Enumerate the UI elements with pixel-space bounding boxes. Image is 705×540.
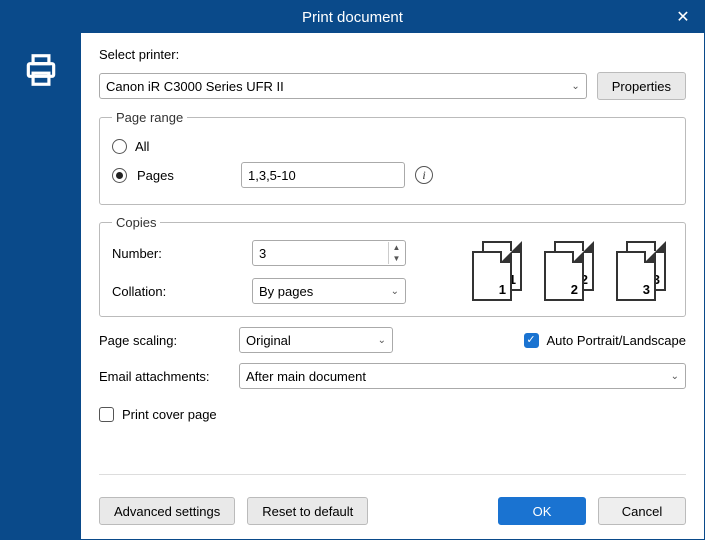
copies-legend: Copies <box>112 215 160 230</box>
printer-select[interactable]: Canon iR C3000 Series UFR II ⌄ <box>99 73 587 99</box>
chevron-down-icon: ⌄ <box>571 81 579 92</box>
attachments-value: After main document <box>246 369 366 384</box>
page-scaling-select[interactable]: Original ⌄ <box>239 327 393 353</box>
page-stack-2: 2 2 <box>544 241 598 303</box>
page-scaling-label: Page scaling: <box>99 333 229 348</box>
attachments-select[interactable]: After main document ⌄ <box>239 363 686 389</box>
divider <box>99 474 686 475</box>
collation-select[interactable]: By pages ⌄ <box>252 278 406 304</box>
page-scaling-value: Original <box>246 333 291 348</box>
attachments-label: Email attachments: <box>99 369 229 384</box>
sidebar <box>1 33 81 539</box>
reset-default-button[interactable]: Reset to default <box>247 497 368 525</box>
properties-button[interactable]: Properties <box>597 72 686 100</box>
cancel-button[interactable]: Cancel <box>598 497 686 525</box>
scaling-row: Page scaling: Original ⌄ Auto Portrait/L… <box>99 327 686 353</box>
titlebar: Print document ✕ <box>1 1 704 33</box>
chevron-down-icon[interactable]: ▼ <box>389 253 404 264</box>
auto-orient-checkbox[interactable] <box>524 333 539 348</box>
dialog-body: Select printer: Canon iR C3000 Series UF… <box>1 33 704 539</box>
page-range-legend: Page range <box>112 110 187 125</box>
close-button[interactable]: ✕ <box>662 1 704 33</box>
ok-label: OK <box>533 504 552 519</box>
copies-group: Copies Number: ▲ ▼ <box>99 215 686 317</box>
printer-select-value: Canon iR C3000 Series UFR II <box>106 79 284 94</box>
chevron-down-icon: ⌄ <box>671 371 679 382</box>
cover-page-label: Print cover page <box>122 407 217 422</box>
page-stack-3: 3 3 <box>616 241 670 303</box>
properties-button-label: Properties <box>612 79 671 94</box>
footer: Advanced settings Reset to default OK Ca… <box>99 485 686 525</box>
chevron-down-icon: ⌄ <box>378 335 386 346</box>
radio-pages[interactable] <box>112 168 127 183</box>
radio-pages-label: Pages <box>137 168 231 183</box>
ok-button[interactable]: OK <box>498 497 586 525</box>
advanced-settings-button[interactable]: Advanced settings <box>99 497 235 525</box>
chevron-down-icon: ⌄ <box>391 286 399 297</box>
number-spinner[interactable]: ▲ ▼ <box>388 242 404 264</box>
advanced-settings-label: Advanced settings <box>114 504 220 519</box>
close-icon: ✕ <box>676 7 689 27</box>
copies-number-input[interactable] <box>252 240 406 266</box>
printer-icon <box>22 51 60 539</box>
cover-page-checkbox[interactable] <box>99 407 114 422</box>
copies-number-label: Number: <box>112 246 242 261</box>
select-printer-label: Select printer: <box>99 47 686 62</box>
radio-all[interactable] <box>112 139 127 154</box>
print-dialog: Print document ✕ Select printer: Canon i… <box>0 0 705 540</box>
page-range-group: Page range All Pages i <box>99 110 686 205</box>
collation-preview: 1 1 2 2 3 3 <box>472 241 670 303</box>
pages-input[interactable] <box>241 162 405 188</box>
main-panel: Select printer: Canon iR C3000 Series UF… <box>81 33 704 539</box>
reset-default-label: Reset to default <box>262 504 353 519</box>
chevron-up-icon[interactable]: ▲ <box>389 242 404 253</box>
collation-select-value: By pages <box>259 284 313 299</box>
auto-orient-label: Auto Portrait/Landscape <box>547 333 686 348</box>
info-icon[interactable]: i <box>415 166 433 184</box>
attachments-row: Email attachments: After main document ⌄ <box>99 363 686 389</box>
collation-label: Collation: <box>112 284 242 299</box>
radio-all-label: All <box>135 139 149 154</box>
window-title: Print document <box>302 9 403 26</box>
cancel-label: Cancel <box>622 504 662 519</box>
page-stack-1: 1 1 <box>472 241 526 303</box>
